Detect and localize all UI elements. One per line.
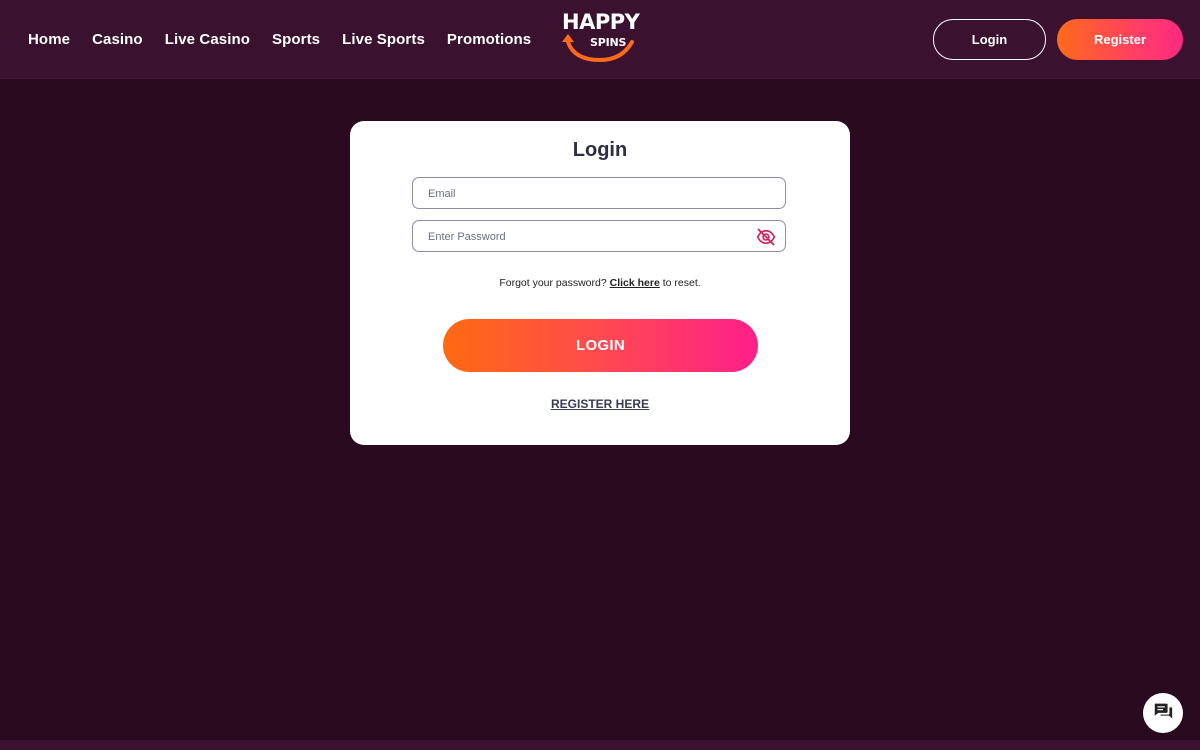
site-logo[interactable]: HAPPY SPINS xyxy=(560,8,642,64)
nav-item-home[interactable]: Home xyxy=(28,31,70,48)
chat-icon xyxy=(1152,700,1174,727)
header-login-button[interactable]: Login xyxy=(933,19,1046,60)
login-card: Login Forgot your password? Click here t… xyxy=(350,121,850,445)
forgot-suffix: to reset. xyxy=(662,277,701,289)
register-here-link[interactable]: REGISTER HERE xyxy=(350,397,850,411)
email-field[interactable] xyxy=(426,178,750,210)
logo-text-spins: SPINS xyxy=(590,36,627,49)
password-field-wrapper xyxy=(412,220,786,253)
password-field[interactable] xyxy=(426,221,750,253)
nav-item-live-casino[interactable]: Live Casino xyxy=(165,31,250,48)
nav-item-promotions[interactable]: Promotions xyxy=(447,31,531,48)
nav-item-live-sports[interactable]: Live Sports xyxy=(342,31,425,48)
forgot-prefix: Forgot your password? xyxy=(499,277,607,289)
email-field-wrapper xyxy=(412,177,786,210)
nav-item-casino[interactable]: Casino xyxy=(92,31,143,48)
eye-off-icon[interactable] xyxy=(756,227,776,247)
forgot-password-link[interactable]: Click here xyxy=(610,277,660,289)
header-register-button[interactable]: Register xyxy=(1057,19,1183,60)
nav-item-sports[interactable]: Sports xyxy=(272,31,320,48)
forgot-password-text: Forgot your password? Click here to rese… xyxy=(350,277,850,289)
login-title: Login xyxy=(572,139,628,161)
logo-text-happy: HAPPY xyxy=(562,10,640,34)
footer-strip xyxy=(0,740,1200,750)
main-nav: Home Casino Live Casino Sports Live Spor… xyxy=(28,0,553,78)
site-header: Home Casino Live Casino Sports Live Spor… xyxy=(0,0,1200,79)
chat-button[interactable] xyxy=(1143,693,1183,733)
login-submit-button[interactable]: LOGIN xyxy=(443,319,758,372)
